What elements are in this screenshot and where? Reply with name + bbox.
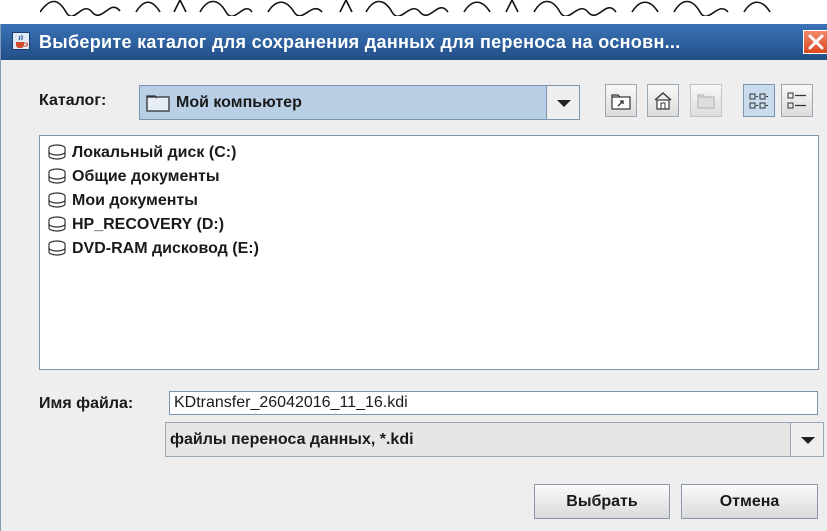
list-item[interactable]: Мои документы (48, 189, 198, 213)
title-bar[interactable]: Выберите каталог для сохранения данных д… (1, 24, 827, 60)
file-type-combo[interactable]: файлы переноса данных, *.kdi (165, 422, 824, 457)
close-button[interactable] (803, 30, 827, 54)
list-item[interactable]: Общие документы (48, 165, 220, 189)
look-in-label: Каталог: (39, 92, 107, 109)
chevron-down-icon (801, 437, 815, 444)
list-view-icon (749, 93, 768, 109)
file-name-input[interactable] (169, 391, 818, 415)
up-folder-icon (611, 94, 631, 110)
file-chooser-dialog: Выберите каталог для сохранения данных д… (0, 24, 827, 531)
java-cup-icon (12, 32, 30, 50)
dialog-title: Выберите каталог для сохранения данных д… (39, 32, 681, 52)
file-name-label: Имя файла: (39, 395, 134, 412)
file-type-dropdown-arrow[interactable] (790, 423, 823, 456)
list-item-label: Мои документы (72, 192, 198, 209)
background-text-fragment (40, 0, 771, 16)
details-view-button[interactable] (781, 84, 813, 117)
look-in-dropdown-arrow[interactable] (546, 86, 579, 119)
list-item-label: Общие документы (72, 168, 220, 185)
list-item[interactable]: DVD-RAM дисковод (E:) (48, 237, 259, 261)
disk-icon (48, 168, 66, 184)
up-one-level-button[interactable] (605, 84, 637, 117)
list-view-button[interactable] (743, 84, 775, 117)
folder-icon (146, 95, 170, 112)
home-icon (654, 92, 672, 110)
disk-icon (48, 144, 66, 160)
details-view-icon (787, 92, 806, 109)
select-button[interactable]: Выбрать (534, 484, 670, 519)
disk-icon (48, 216, 66, 232)
list-item[interactable]: Локальный диск (C:) (48, 141, 236, 165)
background-document-fragment (0, 0, 827, 24)
list-item-label: DVD-RAM дисковод (E:) (72, 240, 259, 257)
look-in-value: Мой компьютер (176, 94, 302, 111)
list-item-label: Локальный диск (C:) (72, 144, 237, 161)
file-type-value: файлы переноса данных, *.kdi (170, 431, 414, 448)
look-in-combo[interactable]: Мой компьютер (139, 85, 580, 120)
chevron-down-icon (557, 100, 571, 107)
list-item[interactable]: HP_RECOVERY (D:) (48, 213, 224, 237)
close-icon (808, 34, 824, 50)
cancel-button[interactable]: Отмена (681, 484, 818, 519)
new-folder-icon (697, 94, 715, 109)
new-folder-button[interactable] (690, 84, 722, 117)
file-list[interactable]: Локальный диск (C:) Общие документы Мои … (39, 135, 819, 370)
home-button[interactable] (647, 84, 679, 117)
disk-icon (48, 240, 66, 256)
list-item-label: HP_RECOVERY (D:) (72, 216, 225, 233)
disk-icon (48, 192, 66, 208)
